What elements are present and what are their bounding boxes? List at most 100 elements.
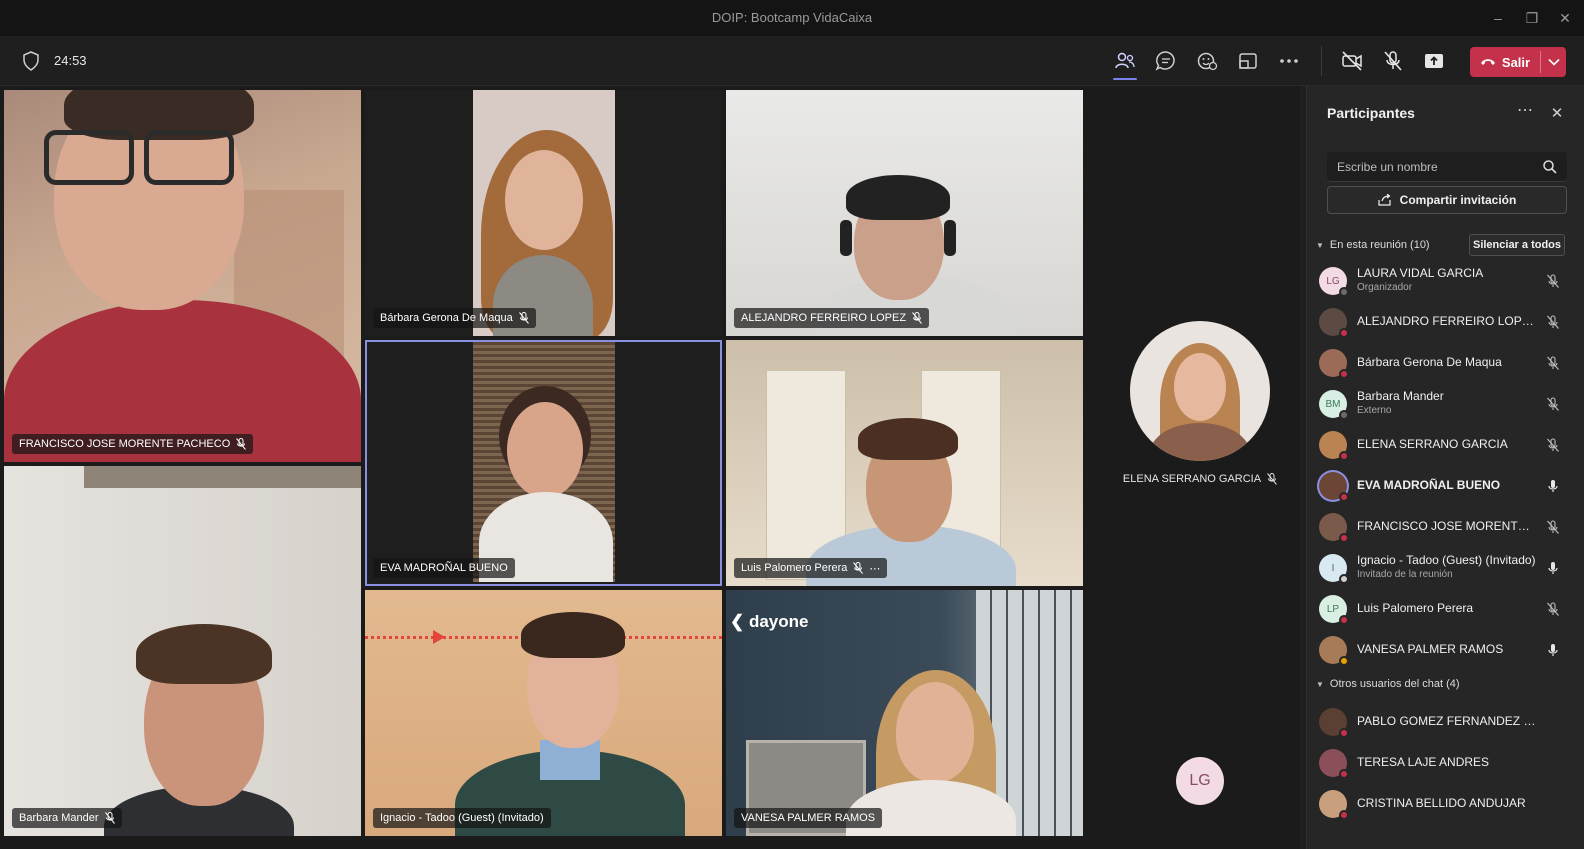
mic-off-icon[interactable] (1545, 355, 1561, 371)
participant-name: Barbara Mander (1357, 389, 1444, 403)
participants-panel: Participantes ⋯ ✕ Compartir invitación ▼… (1306, 86, 1584, 849)
other-users-section-header[interactable]: ▼ Otros usuarios del chat (4) (1316, 676, 1460, 692)
chat-button[interactable] (1153, 48, 1179, 74)
participant-name: EVA MADROÑAL BUENO (380, 562, 508, 574)
status-badge (1339, 369, 1349, 379)
mic-off-icon (912, 312, 922, 324)
video-tile-active-speaker[interactable]: EVA MADROÑAL BUENO (365, 340, 722, 586)
leave-button[interactable]: Salir (1470, 47, 1566, 77)
participant-name: VANESA PALMER RAMOS (1357, 642, 1504, 656)
participant-role: Organizador (1357, 282, 1413, 293)
video-tile[interactable]: ALEJANDRO FERREIRO LOPEZ (726, 90, 1083, 336)
share-invite-label: Compartir invitación (1399, 193, 1517, 207)
leave-main-button[interactable]: Salir (1470, 47, 1540, 77)
participant-name: FRANCISCO JOSE MORENTE PA... (1357, 519, 1537, 533)
participant-name: ELENA SERRANO GARCIA (1357, 437, 1508, 451)
participant-row[interactable]: FRANCISCO JOSE MORENTE PA... (1313, 507, 1577, 547)
panel-title: Participantes (1327, 105, 1415, 121)
chat-user-row[interactable]: CRISTINA BELLIDO ANDUJAR (1313, 784, 1577, 824)
participant-row[interactable]: Bárbara Gerona De Maqua (1313, 343, 1577, 383)
status-badge (1339, 492, 1349, 502)
mic-off-icon[interactable] (1545, 437, 1561, 453)
mic-off-icon[interactable] (1545, 273, 1561, 289)
participant-name: FRANCISCO JOSE MORENTE PACHECO (19, 438, 231, 450)
window-title: DOIP: Bootcamp VidaCaixa (711, 10, 873, 25)
mic-off-icon (1267, 473, 1277, 485)
minimize-icon[interactable]: – (1486, 6, 1510, 30)
chevron-down-icon (1547, 58, 1560, 66)
reactions-button[interactable] (1194, 48, 1220, 74)
mic-off-icon (236, 438, 247, 450)
share-screen-button[interactable] (1421, 48, 1447, 74)
participant-video (473, 342, 615, 582)
participant-row[interactable]: ELENA SERRANO GARCIA (1313, 425, 1577, 465)
rooms-button[interactable] (1235, 48, 1261, 74)
name-chip: VANESA PALMER RAMOS (734, 808, 883, 828)
video-tile[interactable]: ❮ dayone VANESA PALMER RAMOS (726, 590, 1083, 836)
camera-toggle-button[interactable] (1339, 48, 1365, 74)
participant-row[interactable]: LG LAURA VIDAL GARCIA Organizador (1313, 261, 1577, 301)
close-window-icon[interactable]: ✕ (1553, 6, 1577, 30)
status-badge (1339, 287, 1349, 297)
initials-avatar[interactable]: LG (1176, 757, 1224, 805)
participant-row[interactable]: ALEJANDRO FERREIRO LOPEZ (1313, 302, 1577, 342)
panel-close-icon[interactable]: ✕ (1547, 104, 1567, 124)
mic-icon[interactable] (1545, 478, 1561, 494)
name-chip: Bárbara Gerona De Maqua (373, 308, 536, 328)
participant-row[interactable]: BM Barbara Mander Externo (1313, 384, 1577, 424)
mic-off-icon[interactable] (1545, 396, 1561, 412)
section-label: Otros usuarios del chat (4) (1329, 678, 1460, 690)
meeting-timer: 24:53 (54, 53, 87, 68)
participant-row[interactable]: I Ignacio - Tadoo (Guest) (Invitado) Invit… (1313, 548, 1577, 588)
restore-icon[interactable]: ❐ (1520, 6, 1544, 30)
mic-icon[interactable] (1545, 642, 1561, 658)
mic-toggle-button[interactable] (1380, 48, 1406, 74)
mic-icon[interactable] (1545, 560, 1561, 576)
teams-meeting-window: DOIP: Bootcamp VidaCaixa – ❐ ✕ 24:53 Sal… (0, 0, 1584, 849)
status-badge (1339, 533, 1349, 543)
mic-off-icon[interactable] (1545, 519, 1561, 535)
chat-user-row[interactable]: PABLO GOMEZ FERNANDEZ QUINT... (1313, 702, 1577, 742)
participant-video (726, 340, 1083, 586)
mic-off-icon (853, 562, 864, 574)
participant-video (726, 590, 1083, 836)
participant-name: TERESA LAJE ANDRES (1357, 755, 1490, 769)
name-chip: Barbara Mander (12, 808, 122, 828)
participant-name: CRISTINA BELLIDO ANDUJAR (1357, 796, 1526, 810)
shield-icon (23, 51, 39, 71)
panel-more-icon[interactable]: ⋯ (1515, 103, 1535, 124)
more-actions-button[interactable] (1276, 48, 1302, 74)
video-tile[interactable]: FRANCISCO JOSE MORENTE PACHECO (4, 90, 361, 462)
share-invite-button[interactable]: Compartir invitación (1327, 186, 1567, 214)
leave-options-button[interactable] (1541, 47, 1566, 77)
share-icon (1378, 194, 1391, 206)
chat-user-row[interactable]: TERESA LAJE ANDRES (1313, 743, 1577, 783)
leave-label: Salir (1501, 54, 1531, 70)
status-badge (1339, 728, 1349, 738)
mic-off-icon[interactable] (1545, 314, 1561, 330)
participant-row[interactable]: EVA MADROÑAL BUENO (1313, 466, 1577, 506)
video-tile[interactable]: Bárbara Gerona De Maqua (365, 90, 722, 336)
search-icon (1543, 160, 1557, 174)
video-stage: FRANCISCO JOSE MORENTE PACHECO Bárbara G… (0, 86, 1300, 849)
participant-role: Invitado de la reunión (1357, 569, 1453, 580)
participant-search-input[interactable] (1327, 152, 1567, 182)
participant-row[interactable]: VANESA PALMER RAMOS (1313, 630, 1577, 670)
status-badge (1339, 410, 1349, 420)
in-meeting-section-header[interactable]: ▼ En esta reunión (10) (1316, 237, 1430, 253)
mute-all-button[interactable]: Silenciar a todos (1469, 234, 1565, 256)
participant-name: ALEJANDRO FERREIRO LOPEZ (741, 312, 907, 324)
tile-more-icon[interactable]: ⋯ (869, 562, 880, 575)
participant-name: Ignacio - Tadoo (Guest) (Invitado) (1357, 553, 1536, 567)
video-tile[interactable]: Luis Palomero Perera ⋯ (726, 340, 1083, 586)
video-tile[interactable]: Ignacio - Tadoo (Guest) (Invitado) (365, 590, 722, 836)
name-chip: Ignacio - Tadoo (Guest) (Invitado) (373, 808, 551, 828)
participant-name: Bárbara Gerona De Maqua (1357, 355, 1502, 369)
mic-off-icon (104, 812, 115, 824)
participants-button[interactable] (1112, 48, 1138, 80)
video-tile[interactable]: Barbara Mander (4, 466, 361, 836)
participant-row[interactable]: LP Luis Palomero Perera (1313, 589, 1577, 629)
hang-up-icon (1480, 59, 1495, 65)
mic-off-icon[interactable] (1545, 601, 1561, 617)
participant-photo-avatar[interactable] (1130, 321, 1270, 461)
